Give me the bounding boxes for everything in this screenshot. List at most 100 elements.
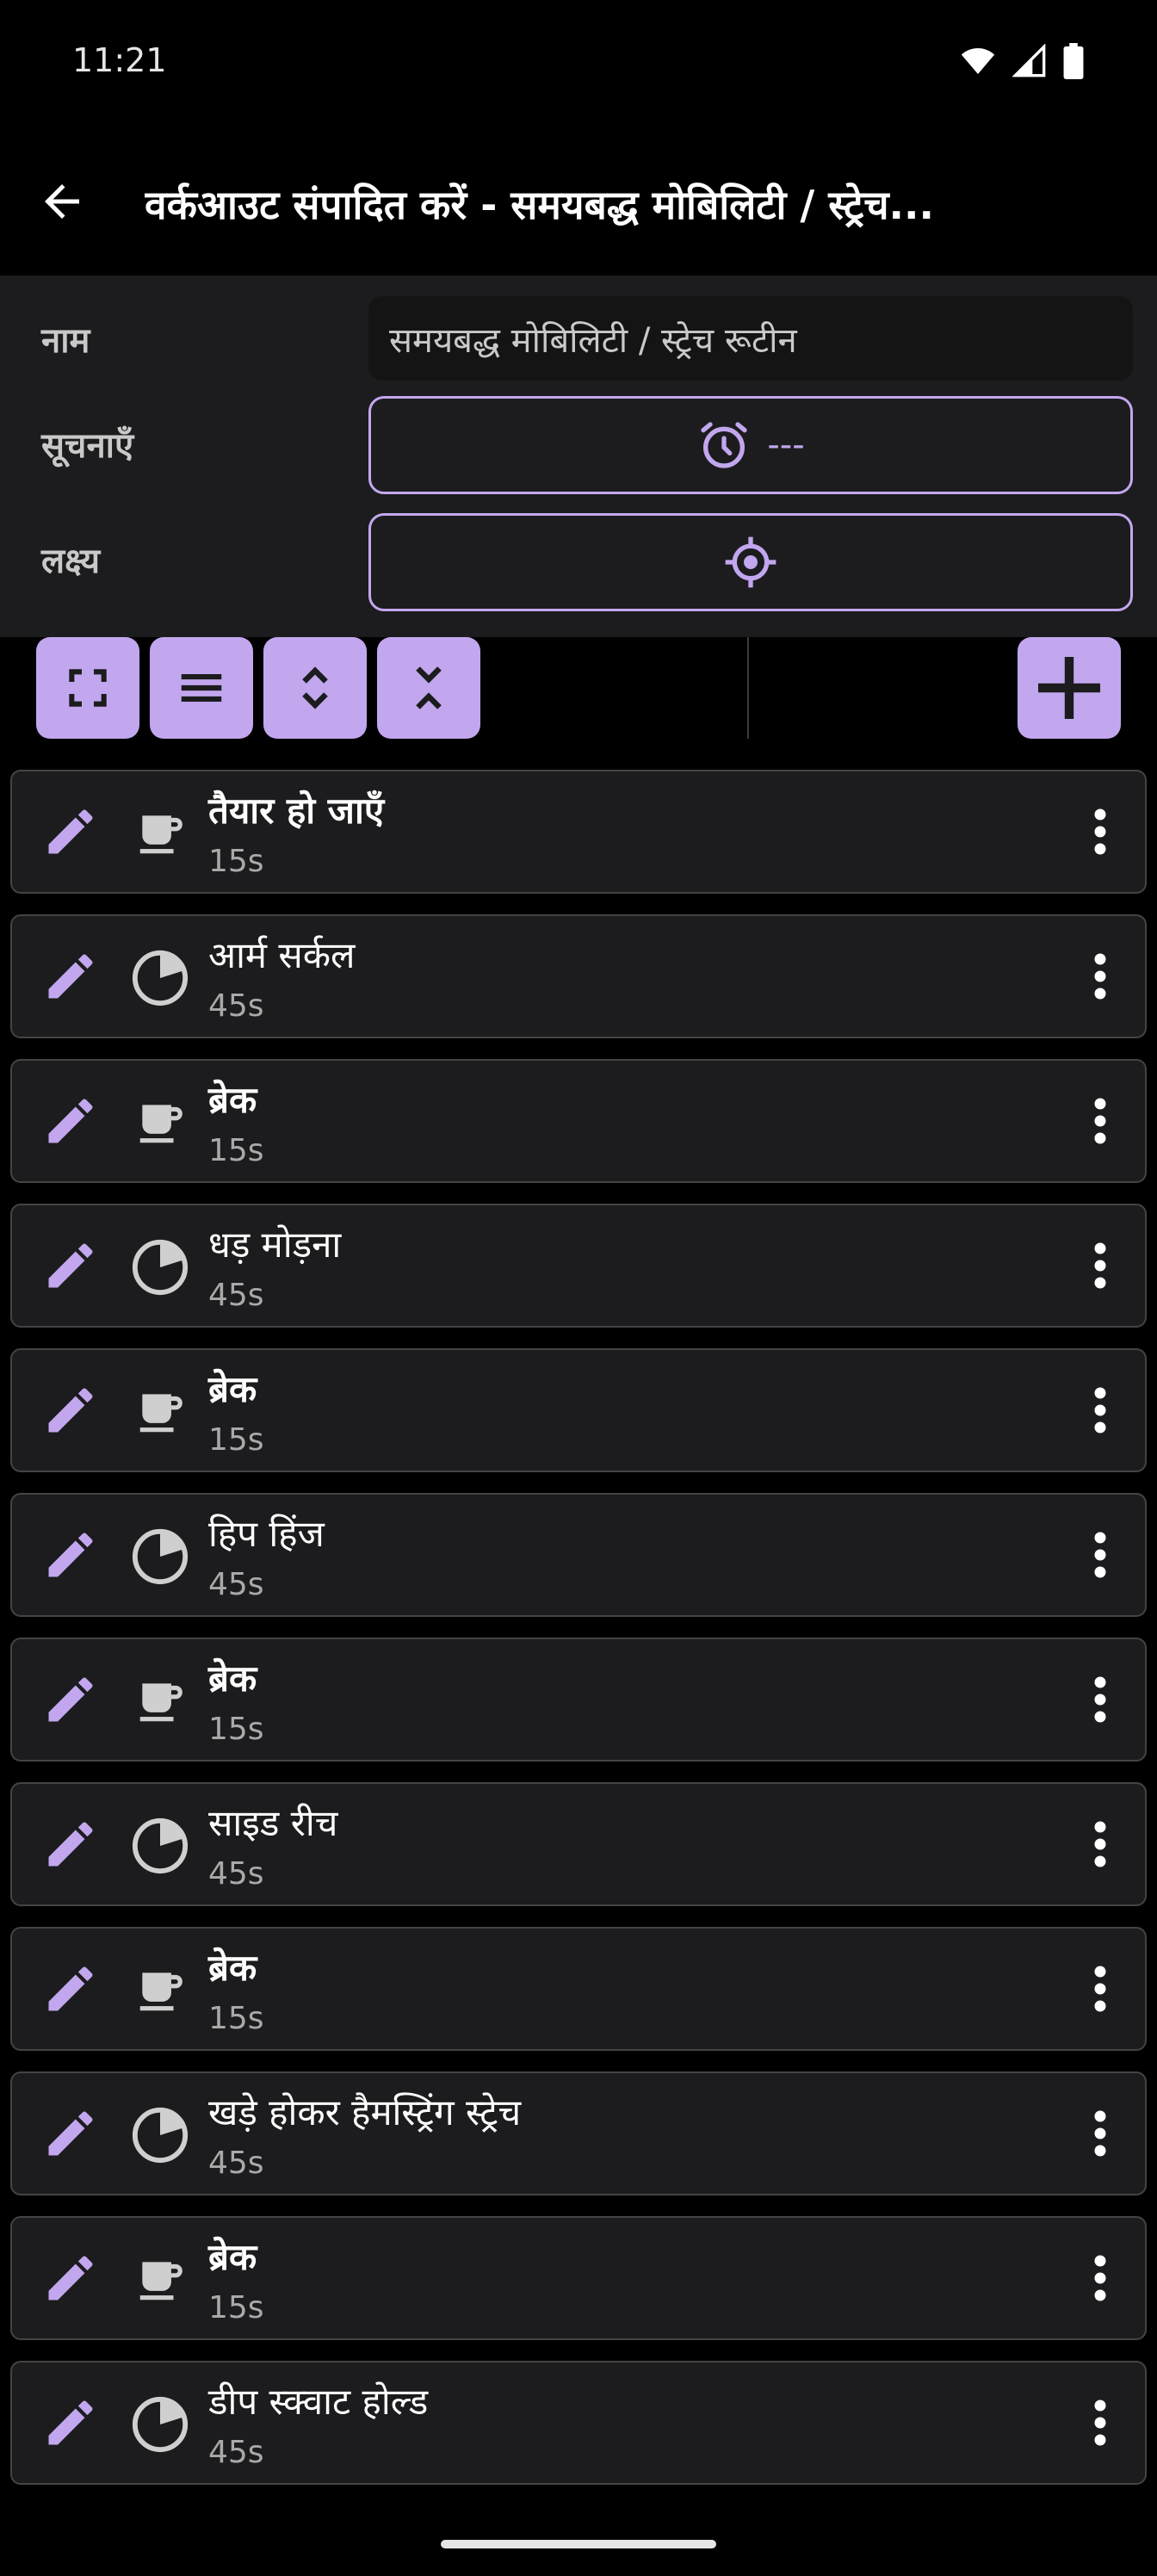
timer-pie-icon	[132, 950, 189, 1006]
coffee-cup-icon	[139, 1105, 183, 1143]
edit-button[interactable]	[40, 1958, 102, 2020]
coffee-cup-icon	[139, 815, 183, 854]
pencil-icon	[48, 2400, 93, 2445]
item-duration: 15s	[208, 1133, 264, 1168]
item-duration: 45s	[208, 1856, 264, 1892]
back-button[interactable]	[31, 170, 93, 232]
pencil-icon	[48, 809, 93, 854]
list-item[interactable]: ब्रेक 15s	[10, 2216, 1147, 2340]
item-type	[129, 1381, 191, 1443]
notifications-value: ---	[767, 425, 805, 465]
add-item-button[interactable]	[1018, 637, 1121, 739]
item-type	[129, 2393, 191, 2455]
item-duration: 45s	[208, 1567, 264, 1602]
item-type	[129, 947, 191, 1009]
notifications-button[interactable]: ---	[368, 396, 1133, 494]
edit-button[interactable]	[40, 1813, 102, 1875]
edit-button[interactable]	[40, 1235, 102, 1297]
expand-icon	[302, 666, 328, 709]
more-vert-icon	[1094, 2400, 1106, 2446]
edit-button[interactable]	[40, 801, 102, 863]
pencil-icon	[48, 2256, 93, 2300]
item-type	[129, 802, 191, 864]
expand-all-button[interactable]	[263, 637, 367, 739]
list-item[interactable]: धड़ मोड़ना 45s	[10, 1204, 1147, 1328]
edit-button[interactable]	[40, 945, 102, 1007]
more-options-button[interactable]	[1074, 801, 1126, 863]
more-vert-icon	[1094, 808, 1106, 855]
item-duration: 45s	[208, 988, 264, 1024]
wifi-icon	[961, 48, 995, 74]
list-item[interactable]: साइड रीच 45s	[10, 1782, 1147, 1906]
item-title: तैयार हो जाएँ	[208, 790, 385, 832]
fullscreen-icon	[69, 669, 107, 707]
item-type	[129, 1526, 191, 1588]
item-type	[129, 1092, 191, 1154]
plus-icon	[1038, 657, 1100, 719]
more-options-button[interactable]	[1074, 2392, 1126, 2454]
list-toolbar	[0, 637, 1157, 740]
item-duration: 45s	[208, 1278, 264, 1313]
list-item[interactable]: डीप स्क्वाट होल्ड 45s	[10, 2361, 1147, 2485]
item-type	[129, 2249, 191, 2311]
workout-form: नाम समयबद्ध मोबिलिटी / स्ट्रेच रूटीन सूच…	[0, 276, 1157, 637]
more-options-button[interactable]	[1074, 1958, 1126, 2020]
item-type	[129, 1815, 191, 1877]
list-item[interactable]: ब्रेक 15s	[10, 1059, 1147, 1183]
arrow-back-icon	[45, 184, 79, 219]
page-title: वर्कआउट संपादित करें - समयबद्ध मोबिलिटी …	[145, 182, 934, 228]
more-options-button[interactable]	[1074, 2247, 1126, 2309]
list-item[interactable]: ब्रेक 15s	[10, 1348, 1147, 1472]
target-label: लक्ष्य	[41, 542, 101, 581]
pencil-icon	[48, 1677, 93, 1722]
list-item[interactable]: तैयार हो जाएँ 15s	[10, 770, 1147, 894]
pencil-icon	[48, 1822, 93, 1867]
list-item[interactable]: ब्रेक 15s	[10, 1927, 1147, 2051]
more-options-button[interactable]	[1074, 1235, 1126, 1297]
more-options-button[interactable]	[1074, 945, 1126, 1007]
pencil-icon	[48, 2111, 93, 2156]
edit-button[interactable]	[40, 2392, 102, 2454]
edit-button[interactable]	[40, 1379, 102, 1441]
status-bar: 11:21	[0, 0, 1157, 129]
edit-button[interactable]	[40, 1090, 102, 1152]
list-item[interactable]: खड़े होकर हैमस्ट्रिंग स्ट्रेच 45s	[10, 2071, 1147, 2195]
list-item[interactable]: हिप हिंज 45s	[10, 1493, 1147, 1617]
more-vert-icon	[1094, 1676, 1106, 1723]
timer-pie-icon	[132, 1817, 189, 1874]
name-field[interactable]: समयबद्ध मोबिलिटी / स्ट्रेच रूटीन	[368, 296, 1133, 381]
edit-button[interactable]	[40, 2247, 102, 2309]
more-options-button[interactable]	[1074, 2102, 1126, 2164]
more-vert-icon	[1094, 1098, 1106, 1144]
more-vert-icon	[1094, 1966, 1106, 2012]
item-duration: 45s	[208, 2435, 264, 2470]
notifications-label: सूचनाएँ	[41, 426, 134, 466]
more-options-button[interactable]	[1074, 1813, 1126, 1875]
edit-button[interactable]	[40, 2102, 102, 2164]
target-button[interactable]	[368, 513, 1133, 611]
list-item[interactable]: ब्रेक 15s	[10, 1638, 1147, 1762]
more-vert-icon	[1094, 2110, 1106, 2157]
item-type	[129, 1670, 191, 1732]
item-title: ब्रेक	[208, 1368, 257, 1410]
toolbar-divider	[747, 637, 749, 739]
more-vert-icon	[1094, 2255, 1106, 2301]
fullscreen-button[interactable]	[36, 637, 139, 739]
edit-button[interactable]	[40, 1524, 102, 1586]
coffee-cup-icon	[139, 2262, 183, 2300]
list-item[interactable]: आर्म सर्कल 45s	[10, 914, 1147, 1038]
edit-button[interactable]	[40, 1669, 102, 1731]
item-type	[129, 1236, 191, 1298]
more-options-button[interactable]	[1074, 1379, 1126, 1441]
collapse-icon	[416, 666, 442, 709]
pencil-icon	[48, 1966, 93, 2011]
collapse-all-button[interactable]	[377, 637, 480, 739]
more-options-button[interactable]	[1074, 1524, 1126, 1586]
more-vert-icon	[1094, 1387, 1106, 1434]
more-options-button[interactable]	[1074, 1090, 1126, 1152]
item-duration: 45s	[208, 2146, 264, 2181]
gesture-handle[interactable]	[441, 2540, 716, 2548]
list-view-button[interactable]	[150, 637, 253, 739]
more-options-button[interactable]	[1074, 1669, 1126, 1731]
coffee-cup-icon	[139, 1394, 183, 1433]
